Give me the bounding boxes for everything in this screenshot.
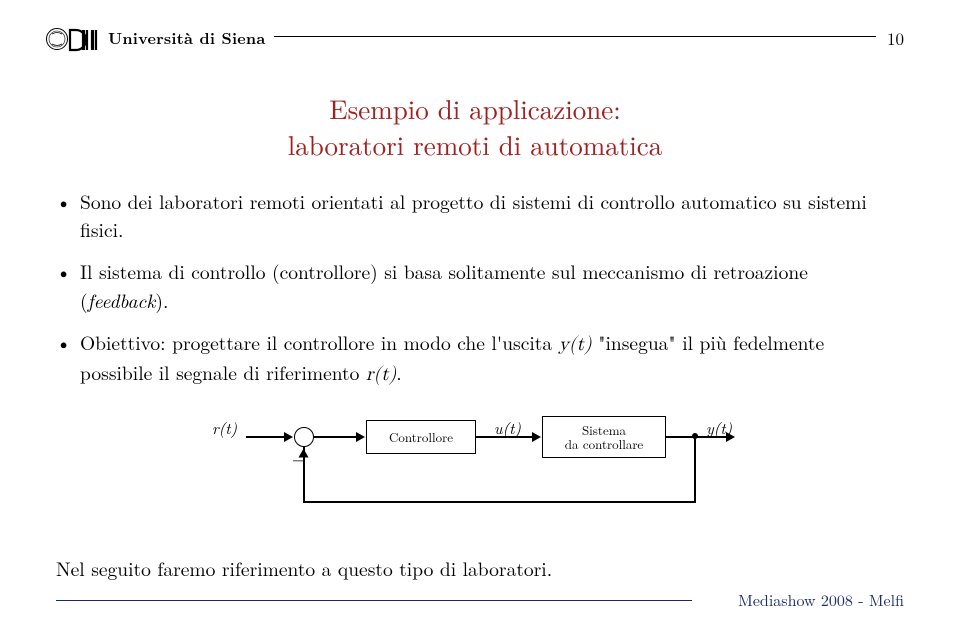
bullet-marker: • — [56, 328, 80, 389]
controller-block: Controllore — [366, 420, 476, 454]
bullet-3-yt: y(t) — [559, 334, 592, 354]
wire-feedback-horizontal — [304, 501, 696, 503]
bullet-marker: • — [56, 187, 80, 244]
title-line-2: laboratori remoti di automatica — [46, 126, 904, 162]
summing-junction — [294, 427, 314, 447]
signal-r-label: r(t) — [212, 416, 237, 439]
bullet-3-part-e: . — [396, 358, 401, 386]
footer-rule — [56, 600, 692, 601]
controller-label: Controllore — [389, 430, 453, 444]
arrow-output — [726, 432, 735, 442]
page-number: 10 — [887, 26, 904, 50]
pickoff-node — [692, 433, 698, 439]
bullet-marker: • — [56, 257, 80, 314]
wire-feedback-down — [694, 436, 696, 502]
slide-body: • Sono dei laboratori remoti orientati a… — [56, 187, 898, 389]
footer-text: Mediashow 2008 - Melfi — [738, 588, 904, 611]
bullet-2-part-c: ). — [155, 286, 168, 314]
arrow-into-controller — [356, 432, 365, 442]
title-line-1: Esempio di applicazione: — [46, 90, 904, 126]
arrow-into-sum-bottom — [299, 449, 309, 458]
wire-controller-to-plant — [476, 436, 534, 438]
arrow-into-sum-left — [284, 432, 293, 442]
university-logo — [46, 20, 102, 58]
wire-r-to-sum — [246, 436, 286, 438]
slide-title: Esempio di applicazione: laboratori remo… — [46, 90, 904, 163]
plant-block: Sistema da controllare — [542, 416, 666, 458]
header-institution: Università di Siena — [108, 26, 265, 49]
conclusion-text: Nel seguito faremo riferimento a questo … — [56, 554, 904, 582]
slide-page: Università di Siena 10 Esempio di applic… — [0, 0, 960, 629]
plant-label-2: da controllare — [565, 437, 643, 451]
slide-header: Università di Siena 10 — [46, 26, 904, 54]
bullet-2-feedback: feedback — [88, 286, 156, 314]
bullet-2-text: Il sistema di controllo (controllore) si… — [80, 257, 898, 314]
bullet-2-part-a: Il sistema di controllo (controllore) si… — [80, 257, 808, 313]
bullet-1-text: Sono dei laboratori remoti orientati al … — [80, 187, 898, 244]
bullet-2: • Il sistema di controllo (controllore) … — [56, 257, 898, 314]
bullet-3-part-a: Obiettivo: progettare il controllore in … — [80, 328, 559, 356]
bullet-3: • Obiettivo: progettare il controllore i… — [56, 328, 898, 389]
feedback-block-diagram: r(t) − Controllore u(t) Sistema da contr… — [210, 402, 740, 532]
bullet-3-rt: r(t) — [366, 364, 396, 384]
wire-sum-to-controller — [314, 436, 358, 438]
bullet-1: • Sono dei laboratori remoti orientati a… — [56, 187, 898, 244]
arrow-into-plant — [532, 432, 541, 442]
header-rule — [274, 36, 876, 37]
bullet-3-text: Obiettivo: progettare il controllore in … — [80, 328, 898, 389]
